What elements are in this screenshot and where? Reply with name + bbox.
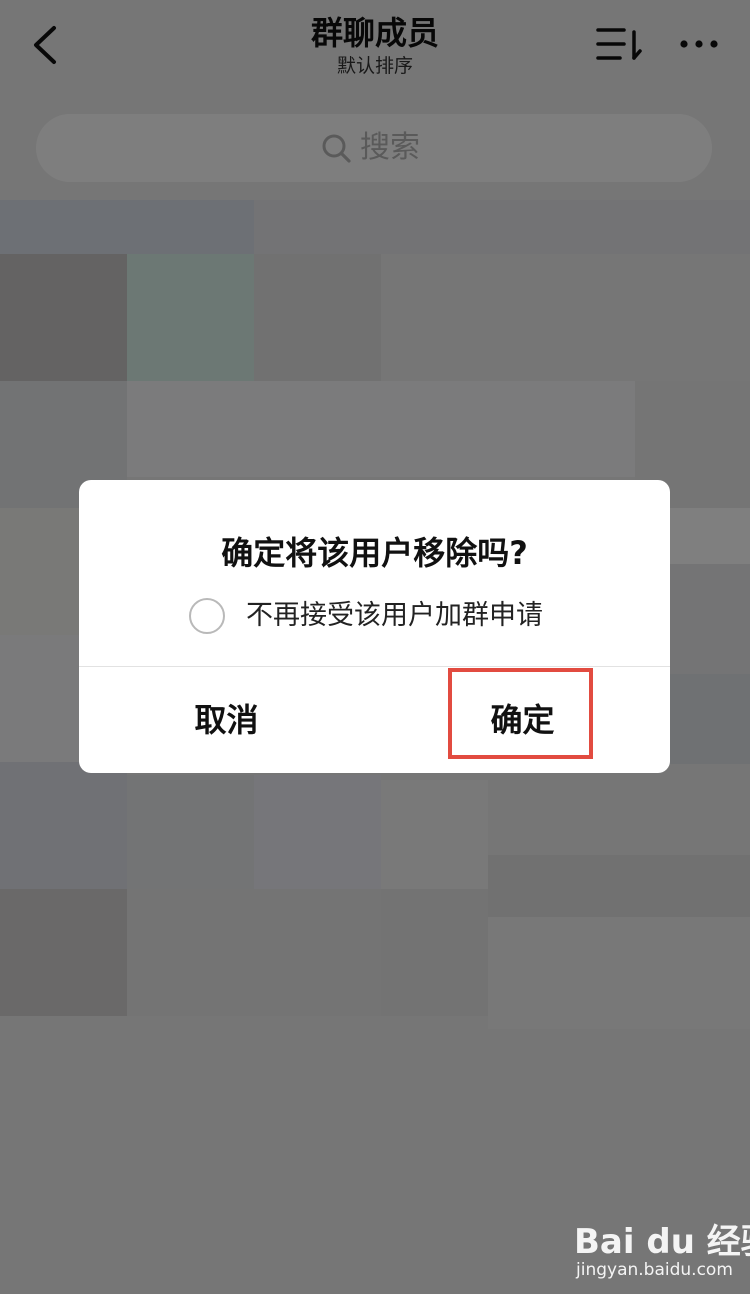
dialog-title: 确定将该用户移除吗?: [221, 534, 528, 572]
screen: 群聊成员 默认排序 搜索: [0, 0, 750, 1294]
confirm-highlight-annotation: [448, 668, 593, 759]
block-requests-radio[interactable]: [189, 598, 225, 634]
cancel-button[interactable]: 取消: [79, 667, 374, 773]
block-requests-label: 不再接受该用户加群申请: [246, 600, 543, 631]
watermark-url: jingyan.baidu.com: [576, 1260, 733, 1280]
baidu-jingyan-watermark: Bai du 经验 jingyan.baidu.com: [574, 1212, 750, 1282]
